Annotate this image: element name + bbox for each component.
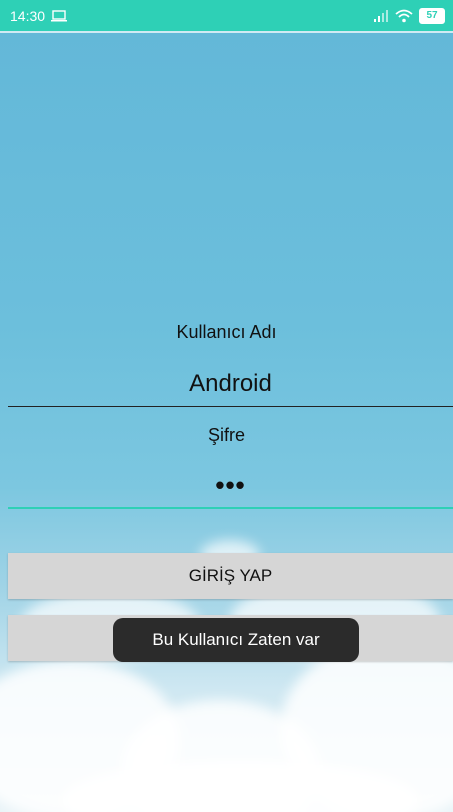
toast-message: Bu Kullanıcı Zaten var [113, 618, 359, 662]
status-bar: 14:30 57 [0, 0, 453, 31]
battery-icon: 57 [419, 7, 445, 24]
username-input[interactable]: Android [8, 370, 453, 398]
status-time: 14:30 [10, 7, 46, 24]
wifi-icon [395, 9, 413, 22]
signal-icon [374, 9, 388, 22]
laptop-icon [51, 9, 68, 21]
username-label: Kullanıcı Adı [176, 322, 277, 342]
login-button[interactable]: GİRİŞ YAP [8, 553, 453, 599]
password-label: Şifre [207, 425, 245, 445]
password-underline [8, 507, 453, 509]
status-divider [0, 31, 453, 33]
password-input[interactable]: ••• [8, 470, 453, 501]
username-underline [8, 406, 453, 407]
